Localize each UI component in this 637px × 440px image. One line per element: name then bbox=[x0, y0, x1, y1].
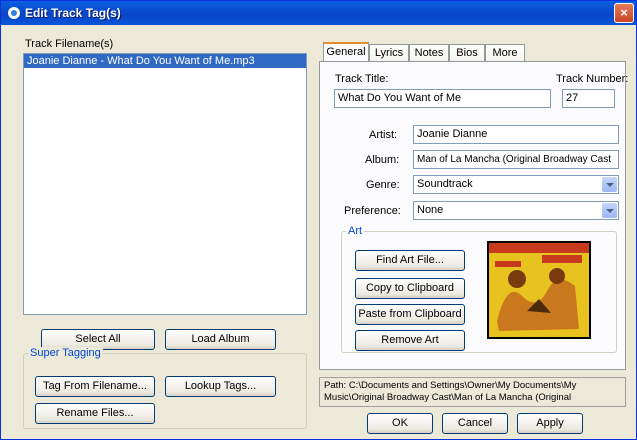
tab-lyrics[interactable]: Lyrics bbox=[369, 44, 409, 62]
copy-to-clipboard-button[interactable]: Copy to Clipboard bbox=[355, 278, 465, 299]
close-button[interactable]: × bbox=[614, 3, 634, 23]
genre-dropdown[interactable]: Soundtrack bbox=[413, 175, 619, 194]
remove-art-button[interactable]: Remove Art bbox=[355, 330, 465, 351]
tab-bios[interactable]: Bios bbox=[449, 44, 485, 62]
ok-button[interactable]: OK bbox=[367, 413, 433, 434]
track-title-field[interactable]: What Do You Want of Me bbox=[334, 89, 551, 108]
super-tagging-label: Super Tagging bbox=[28, 347, 103, 359]
track-number-field[interactable]: 27 bbox=[562, 89, 615, 108]
tab-general[interactable]: General bbox=[323, 42, 369, 63]
art-group-label: Art bbox=[346, 225, 365, 237]
album-label: Album: bbox=[365, 154, 400, 166]
title-bar[interactable]: Edit Track Tag(s) × bbox=[1, 1, 636, 25]
load-album-button[interactable]: Load Album bbox=[165, 329, 276, 350]
track-filenames-label: Track Filename(s) bbox=[25, 38, 114, 50]
genre-label: Genre: bbox=[366, 179, 400, 191]
track-number-label: Track Number: bbox=[556, 73, 629, 85]
genre-value: Soundtrack bbox=[417, 178, 473, 190]
preference-label: Preference: bbox=[344, 205, 401, 217]
album-art-image bbox=[487, 241, 591, 339]
tab-notes[interactable]: Notes bbox=[409, 44, 449, 62]
chevron-down-icon[interactable] bbox=[602, 203, 617, 218]
rename-files-button[interactable]: Rename Files... bbox=[35, 403, 155, 424]
list-item[interactable]: Joanie Dianne - What Do You Want of Me.m… bbox=[24, 54, 306, 68]
tab-more[interactable]: More bbox=[485, 44, 525, 62]
edit-track-tags-dialog: Edit Track Tag(s) × Track Filename(s) Jo… bbox=[0, 0, 637, 440]
cancel-button[interactable]: Cancel bbox=[442, 413, 508, 434]
paste-from-clipboard-button[interactable]: Paste from Clipboard bbox=[355, 304, 465, 325]
window-title: Edit Track Tag(s) bbox=[25, 6, 121, 20]
track-filename-list[interactable]: Joanie Dianne - What Do You Want of Me.m… bbox=[23, 53, 307, 315]
artist-label: Artist: bbox=[369, 129, 398, 141]
app-icon bbox=[8, 7, 20, 19]
preference-value: None bbox=[417, 204, 444, 216]
close-icon: × bbox=[620, 5, 628, 20]
chevron-down-icon[interactable] bbox=[602, 177, 617, 192]
preference-dropdown[interactable]: None bbox=[413, 201, 619, 220]
track-title-label: Track Title: bbox=[335, 73, 389, 85]
file-path-display: Path: C:\Documents and Settings\Owner\My… bbox=[319, 377, 626, 407]
tag-from-filename-button[interactable]: Tag From Filename... bbox=[35, 376, 155, 397]
album-field[interactable]: Man of La Mancha (Original Broadway Cast bbox=[413, 150, 619, 169]
artist-field[interactable]: Joanie Dianne bbox=[413, 125, 619, 144]
apply-button[interactable]: Apply bbox=[517, 413, 583, 434]
find-art-file-button[interactable]: Find Art File... bbox=[355, 250, 465, 271]
lookup-tags-button[interactable]: Lookup Tags... bbox=[165, 376, 276, 397]
